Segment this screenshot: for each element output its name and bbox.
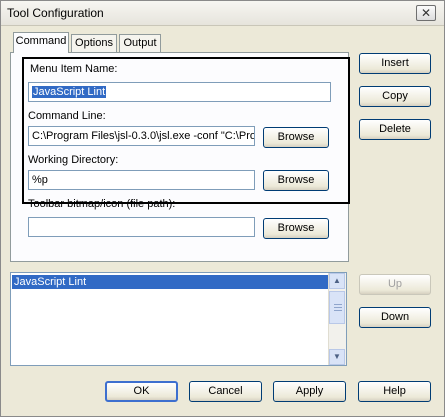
command-line-browse-button[interactable]: Browse [263,127,329,148]
close-icon[interactable]: ✕ [416,5,436,21]
command-line-input[interactable]: C:\Program Files\jsl-0.3.0\jsl.exe -conf… [28,126,255,146]
command-line-label: Command Line: [28,110,106,122]
ok-button[interactable]: OK [105,381,178,402]
cancel-button[interactable]: Cancel [189,381,262,402]
arrow-up-icon[interactable]: ▲ [329,273,345,289]
copy-button[interactable]: Copy [359,86,431,107]
window-title: Tool Configuration [7,6,104,20]
list-item[interactable]: JavaScript Lint [12,275,330,289]
scrollbar-thumb[interactable] [329,291,345,324]
working-directory-label: Working Directory: [28,154,119,166]
delete-button[interactable]: Delete [359,119,431,140]
tab-output[interactable]: Output [119,34,161,52]
menu-item-name-input[interactable]: JavaScript Lint [28,82,331,102]
tool-list[interactable]: JavaScript Lint ▲ ▼ [10,272,347,366]
apply-button[interactable]: Apply [273,381,346,402]
working-directory-input[interactable]: %p [28,170,255,190]
help-button[interactable]: Help [358,381,431,402]
menu-item-name-value: JavaScript Lint [32,86,107,98]
arrow-down-icon[interactable]: ▼ [329,349,345,365]
up-button[interactable]: Up [359,274,431,295]
menu-item-name-label: Menu Item Name: [30,63,118,75]
tool-list-scrollbar[interactable]: ▲ ▼ [328,273,346,365]
tool-configuration-dialog: Tool Configuration ✕ Command Options Out… [0,0,445,417]
tab-options[interactable]: Options [71,34,117,52]
insert-button[interactable]: Insert [359,53,431,74]
tab-command[interactable]: Command [13,32,69,53]
toolbar-bitmap-input[interactable] [28,217,255,237]
working-directory-browse-button[interactable]: Browse [263,170,329,191]
title-bar: Tool Configuration ✕ [1,1,444,26]
down-button[interactable]: Down [359,307,431,328]
toolbar-bitmap-browse-button[interactable]: Browse [263,218,329,239]
toolbar-bitmap-label: Toolbar bitmap/icon (file path): [28,198,176,210]
